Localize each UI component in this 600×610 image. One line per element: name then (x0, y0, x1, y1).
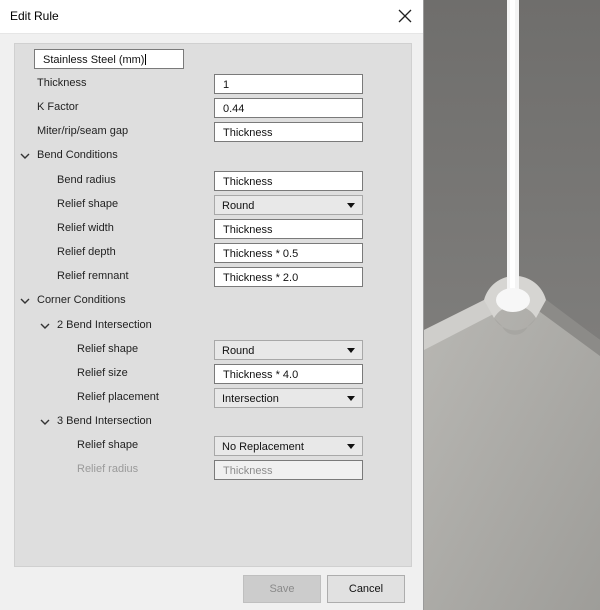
relief-remnant-row: Relief remnant Thickness * 2.0 (15, 267, 411, 289)
relief-placement-label: Relief placement (77, 391, 159, 403)
save-button[interactable]: Save (243, 575, 321, 603)
relief-placement-row: Relief placement Intersection (15, 388, 411, 410)
rule-name-input[interactable]: Stainless Steel (mm) (34, 49, 184, 69)
sheet-metal-model (424, 0, 600, 610)
dropdown-arrow-icon (347, 348, 355, 353)
bend-radius-label: Bend radius (57, 174, 116, 186)
thickness-input[interactable]: 1 (214, 74, 363, 94)
relief-width-row: Relief width Thickness (15, 219, 411, 241)
chevron-down-icon[interactable] (19, 150, 31, 162)
k-factor-input[interactable]: 0.44 (214, 98, 363, 118)
dropdown-arrow-icon (347, 203, 355, 208)
three-bend-intersection-label: 3 Bend Intersection (57, 415, 152, 427)
two-bend-intersection-label: 2 Bend Intersection (57, 319, 152, 331)
relief-width-input[interactable]: Thickness (214, 219, 363, 239)
relief-size-input[interactable]: Thickness * 4.0 (214, 364, 363, 384)
text-caret (145, 54, 147, 65)
relief-remnant-label: Relief remnant (57, 270, 129, 282)
bend-relief-shape-row: Relief shape Round (15, 195, 411, 217)
bend-conditions-label: Bend Conditions (37, 149, 118, 161)
k-factor-label: K Factor (37, 101, 79, 113)
relief-size-row: Relief size Thickness * 4.0 (15, 364, 411, 386)
relief-size-label: Relief size (77, 367, 128, 379)
model-viewport[interactable] (424, 0, 600, 610)
relief-depth-label: Relief depth (57, 246, 116, 258)
thickness-label: Thickness (37, 77, 87, 89)
dropdown-arrow-icon (347, 396, 355, 401)
relief-radius-row: Relief radius Thickness (15, 460, 411, 482)
two-bend-relief-shape-select[interactable]: Round (214, 340, 363, 360)
title-bar[interactable]: Edit Rule (0, 0, 423, 34)
bend-relief-shape-select[interactable]: Round (214, 195, 363, 215)
rule-properties-panel: Stainless Steel (mm) Thickness 1 K Facto… (14, 43, 412, 567)
three-bend-relief-shape-label: Relief shape (77, 439, 139, 451)
thickness-row: Thickness 1 (15, 74, 411, 96)
dropdown-arrow-icon (347, 444, 355, 449)
close-button[interactable] (395, 6, 415, 26)
chevron-down-icon[interactable] (39, 320, 51, 332)
three-bend-relief-shape-select[interactable]: No Replacement (214, 436, 363, 456)
dialog-title: Edit Rule (10, 9, 59, 23)
relief-radius-label: Relief radius (77, 463, 139, 475)
relief-width-label: Relief width (57, 222, 114, 234)
bend-relief-shape-label: Relief shape (57, 198, 119, 210)
close-icon (398, 9, 412, 23)
bend-radius-input[interactable]: Thickness (214, 171, 363, 191)
gap-label: Miter/rip/seam gap (37, 125, 129, 137)
two-bend-relief-shape-row: Relief shape Round (15, 340, 411, 362)
cancel-button[interactable]: Cancel (327, 575, 405, 603)
gap-input[interactable]: Thickness (214, 122, 363, 142)
relief-depth-input[interactable]: Thickness * 0.5 (214, 243, 363, 263)
relief-placement-select[interactable]: Intersection (214, 388, 363, 408)
two-bend-relief-shape-label: Relief shape (77, 343, 139, 355)
gap-row: Miter/rip/seam gap Thickness (15, 122, 411, 144)
relief-radius-input: Thickness (214, 460, 363, 480)
three-bend-intersection-header[interactable]: 3 Bend Intersection (15, 412, 411, 434)
relief-remnant-input[interactable]: Thickness * 2.0 (214, 267, 363, 287)
k-factor-row: K Factor 0.44 (15, 98, 411, 120)
chevron-down-icon[interactable] (39, 416, 51, 428)
relief-depth-row: Relief depth Thickness * 0.5 (15, 243, 411, 265)
chevron-down-icon[interactable] (19, 295, 31, 307)
two-bend-intersection-header[interactable]: 2 Bend Intersection (15, 316, 411, 338)
bend-conditions-header[interactable]: Bend Conditions (15, 146, 411, 168)
edit-rule-dialog: Edit Rule Stainless Steel (mm) Thickness… (0, 0, 424, 610)
corner-conditions-label: Corner Conditions (37, 294, 126, 306)
bend-radius-row: Bend radius Thickness (15, 171, 411, 193)
corner-conditions-header[interactable]: Corner Conditions (15, 291, 411, 313)
three-bend-relief-shape-row: Relief shape No Replacement (15, 436, 411, 458)
